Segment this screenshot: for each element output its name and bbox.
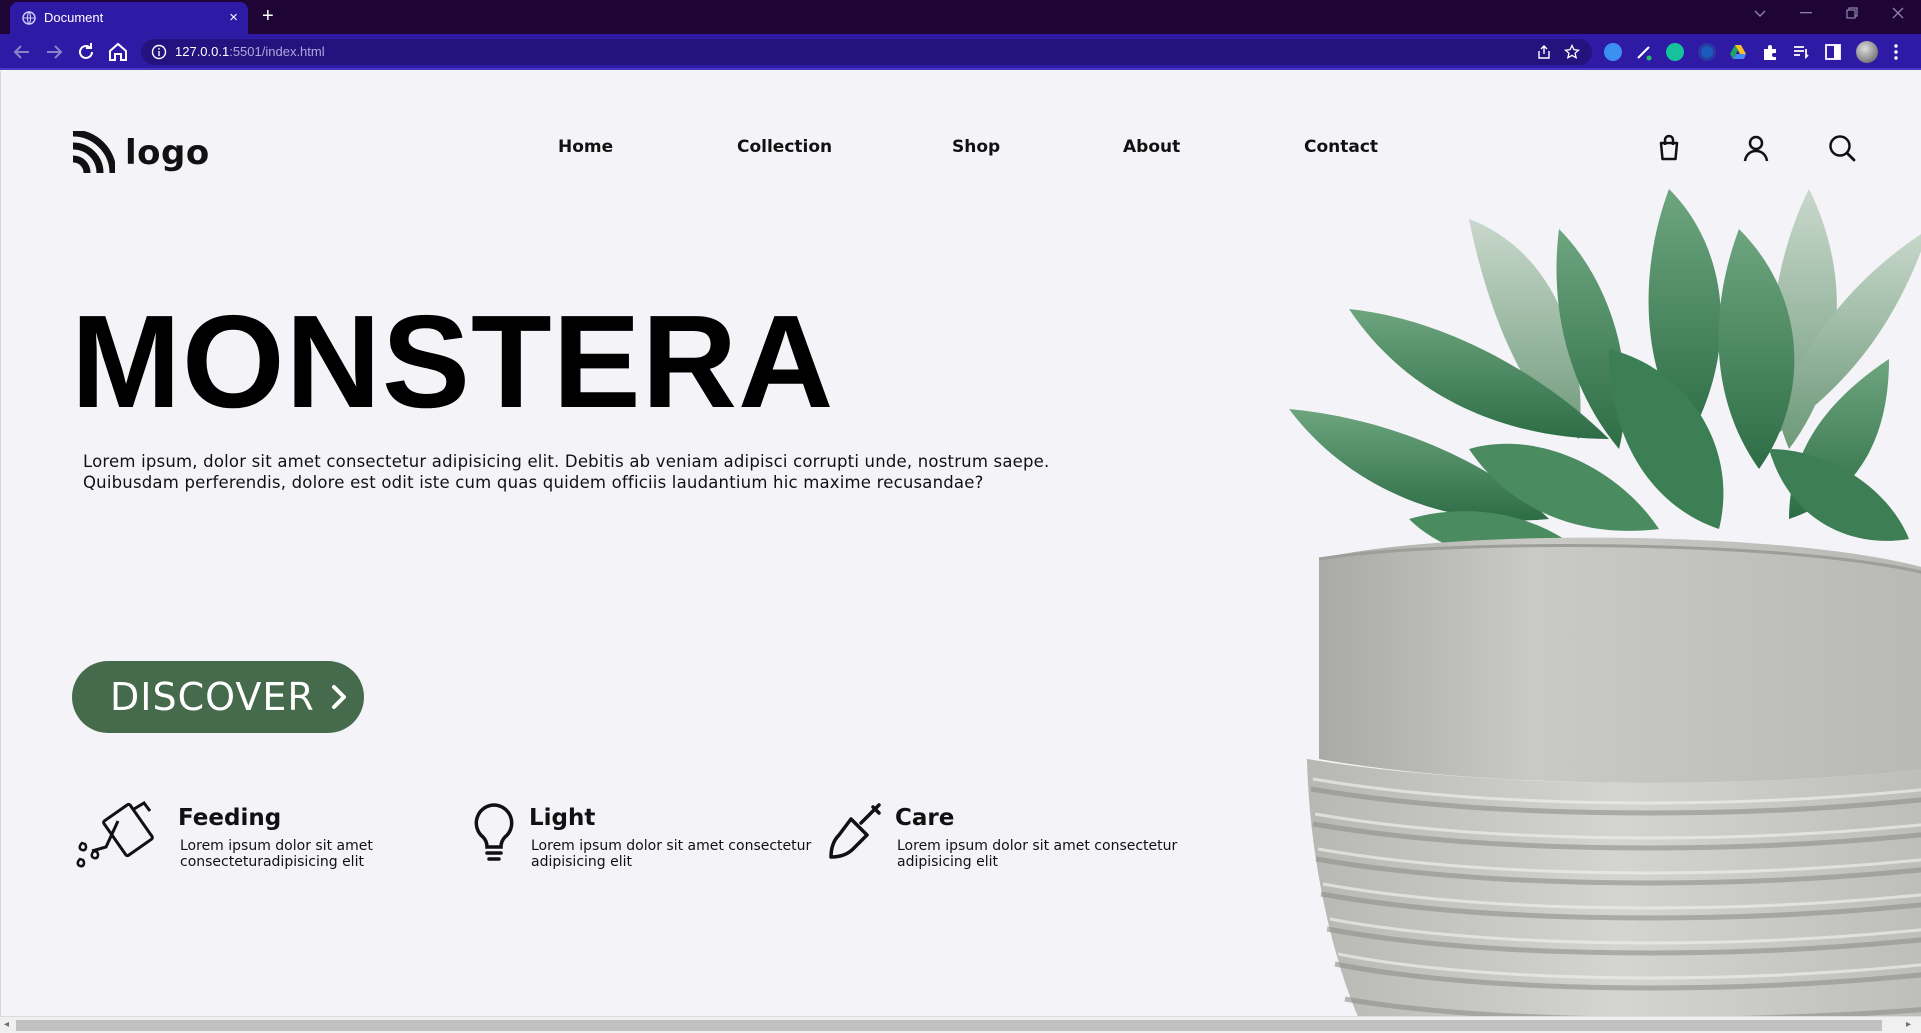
scrollbar-thumb[interactable] bbox=[16, 1020, 1882, 1031]
tab-title: Document bbox=[44, 10, 104, 25]
browser-tab[interactable]: Document × bbox=[10, 2, 248, 34]
lightbulb-icon bbox=[474, 803, 514, 861]
browser-tab-strip: Document × + bbox=[0, 0, 1921, 34]
feature-description-line-1: Lorem ipsum dolor sit amet consectetur bbox=[897, 838, 1178, 854]
nav-collection[interactable]: Collection bbox=[737, 137, 832, 157]
address-bar[interactable]: 127.0.0.1:5501/index.html bbox=[141, 39, 1592, 65]
feature-description-line-2: adipisicing elit bbox=[531, 854, 632, 870]
rss-feed-logo-icon bbox=[72, 131, 115, 174]
extensions-puzzle-icon[interactable] bbox=[1761, 43, 1779, 61]
forward-arrow-icon[interactable] bbox=[42, 40, 66, 64]
bookmark-star-icon[interactable] bbox=[1564, 44, 1580, 60]
url-host: 127.0.0.1 bbox=[175, 44, 230, 59]
minimize-icon[interactable] bbox=[1800, 12, 1812, 14]
window-close-icon[interactable] bbox=[1892, 7, 1904, 19]
nav-about[interactable]: About bbox=[1123, 137, 1180, 157]
horizontal-scrollbar[interactable]: ◂ ▸ bbox=[0, 1016, 1921, 1033]
grammarly-icon[interactable] bbox=[1666, 43, 1684, 61]
user-icon[interactable] bbox=[1741, 133, 1771, 163]
discover-button-label: DISCOVER bbox=[110, 675, 315, 719]
shovel-icon bbox=[829, 803, 881, 859]
url-text[interactable]: 127.0.0.1:5501/index.html bbox=[175, 44, 325, 59]
feature-title: Feeding bbox=[178, 805, 282, 831]
feature-description-line-2: adipisicing elit bbox=[897, 854, 998, 870]
reload-icon[interactable] bbox=[74, 40, 98, 64]
succulent-pot-image bbox=[1289, 189, 1921, 1016]
nav-contact[interactable]: Contact bbox=[1304, 137, 1378, 157]
feature-description-line-1: Lorem ipsum dolor sit amet bbox=[180, 838, 373, 854]
feature-description-line-1: Lorem ipsum dolor sit amet consectetur bbox=[531, 838, 812, 854]
page-viewport: logo Home Collection Shop About Contact … bbox=[0, 71, 1921, 1016]
browser-toolbar: 127.0.0.1:5501/index.html bbox=[0, 34, 1921, 70]
globe-icon bbox=[22, 11, 36, 25]
hero-description-line-1: Lorem ipsum, dolor sit amet consectetur … bbox=[83, 452, 1050, 471]
feature-description: Lorem ipsum dolor sit amet consecteturad… bbox=[180, 838, 420, 870]
extension-circle-icon[interactable] bbox=[1698, 43, 1716, 61]
shopping-bag-icon[interactable] bbox=[1654, 133, 1684, 163]
url-path: :5501/index.html bbox=[229, 44, 325, 59]
feature-description: Lorem ipsum dolor sit amet consectetur a… bbox=[531, 838, 851, 870]
reading-list-icon[interactable] bbox=[1792, 43, 1810, 61]
scroll-right-arrow-icon[interactable]: ▸ bbox=[1906, 1019, 1911, 1030]
nav-shop[interactable]: Shop bbox=[952, 137, 1000, 157]
home-icon[interactable] bbox=[106, 40, 130, 64]
extension-pen-icon[interactable] bbox=[1635, 43, 1653, 61]
chevron-right-icon bbox=[331, 685, 346, 709]
menu-dots-icon[interactable] bbox=[1893, 43, 1899, 61]
watering-can-icon bbox=[76, 801, 154, 868]
drive-icon[interactable] bbox=[1729, 43, 1747, 61]
search-icon[interactable] bbox=[1827, 133, 1857, 163]
scroll-left-arrow-icon[interactable]: ◂ bbox=[4, 1019, 9, 1030]
side-panel-icon[interactable] bbox=[1824, 43, 1842, 61]
feature-description-line-2: consecteturadipisicing elit bbox=[180, 854, 364, 870]
logo-text: logo bbox=[125, 133, 210, 173]
restore-icon[interactable] bbox=[1846, 7, 1858, 19]
site-info-icon[interactable] bbox=[151, 44, 167, 60]
tab-search-icon[interactable] bbox=[1754, 10, 1766, 18]
profile-avatar[interactable] bbox=[1856, 41, 1878, 63]
feature-title: Light bbox=[529, 805, 596, 831]
tab-close-button[interactable]: × bbox=[229, 9, 238, 26]
feature-description: Lorem ipsum dolor sit amet consectetur a… bbox=[897, 838, 1217, 870]
site-logo[interactable]: logo bbox=[71, 131, 210, 175]
extension-1-icon[interactable] bbox=[1604, 43, 1622, 61]
hero-title: MONSTERA bbox=[71, 288, 835, 435]
back-arrow-icon[interactable] bbox=[10, 40, 34, 64]
new-tab-button[interactable]: + bbox=[262, 5, 274, 28]
share-icon[interactable] bbox=[1536, 44, 1552, 60]
discover-button[interactable]: DISCOVER bbox=[72, 661, 364, 733]
hero-description-line-2: Quibusdam perferendis, dolore est odit i… bbox=[83, 473, 984, 492]
hero-description: Lorem ipsum, dolor sit amet consectetur … bbox=[83, 451, 1063, 493]
nav-home[interactable]: Home bbox=[558, 137, 613, 157]
feature-title: Care bbox=[895, 805, 955, 831]
